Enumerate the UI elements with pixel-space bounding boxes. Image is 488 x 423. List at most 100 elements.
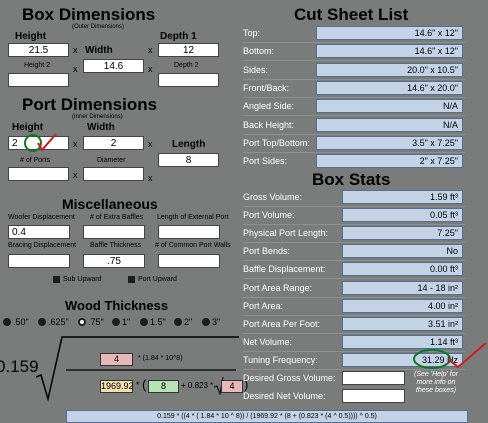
box-height2-input[interactable] [8,73,69,87]
wood-option-3[interactable]: 3" [202,317,220,327]
box-height-label: Height [15,31,47,42]
formula-expression-field: 0.159 * ((4 * ( 1.84 * 10 ^ 8)) / (1969.… [66,410,468,423]
box-depth2-label: Depth 2 [174,62,199,69]
common-port-walls-label: # of Common Port Walls [155,242,231,249]
cut-sides-label: Sides: [243,65,269,75]
stat-tuning-frequency-label: Tuning Frequency: [243,355,318,365]
wood-option-2[interactable]: 2" [174,317,192,327]
stat-port-area-range-value: 14 - 18 in² [342,281,463,295]
port-upward-checkbox[interactable] [128,276,135,283]
cut-bottom-value: 14.6" x 12" [316,44,463,58]
common-port-walls-input[interactable] [158,254,220,268]
row-divider [243,242,465,243]
external-port-input[interactable] [158,225,220,239]
row-divider [243,315,465,316]
multiply-sign: x [148,45,153,55]
diameter-label: Diameter [97,157,126,164]
desired-gross-input[interactable] [342,371,405,385]
row-divider [243,97,465,98]
stat-port-bends-value: No [342,244,463,258]
formula-coefficient: 0.159 [0,357,39,376]
port-length-label: Length [172,139,206,150]
cut-back-height-label: Back Height: [243,120,295,130]
row-divider [243,224,465,225]
cut-angled-side-label: Angled Side: [243,101,295,111]
desired-net-label: Desired Net Volume: [243,391,326,401]
cut-front-back-label: Front/Back: [243,83,290,93]
formula-den-plus: + 0.823 * [181,381,214,390]
wood-option-050[interactable]: .50" [3,317,29,327]
box-width-input[interactable]: 14.6 [83,59,144,73]
wood-option-15[interactable]: 1.5" [140,317,166,327]
cut-sheet-title: Cut Sheet List [294,5,409,24]
multiply-sign: x [148,173,153,183]
radio-dot-icon [3,318,11,326]
cut-port-top-bottom-value: 3.5" x 7.25" [316,136,463,150]
desired-gross-label: Desired Gross Volume: [243,373,336,383]
num-ports-label: # of Ports [20,157,50,164]
annotation-check-mark [413,342,487,369]
radio-dot-icon [140,318,148,326]
baffle-thickness-input[interactable]: .75 [83,254,145,268]
square-root-sign [36,336,239,402]
formula-numerator-value: 4 [100,353,133,366]
formula-numerator-rest: * (1.84 * 10^8) [138,355,183,362]
stat-gross-volume-label: Gross Volume: [243,192,303,202]
stat-port-bends-label: Port Bends: [243,246,291,256]
formula-den-open-paren: ( [142,377,147,392]
row-divider [243,260,465,261]
desired-net-input[interactable] [342,389,405,403]
sub-upward-label: Sub Upward [63,276,102,283]
multiply-sign: x [73,170,78,180]
stat-port-area-per-foot-label: Port Area Per Foot: [243,319,321,329]
wood-option-075[interactable]: .75" [78,317,104,327]
row-divider [243,152,465,153]
row-divider [243,60,465,61]
row-divider [243,134,465,135]
stat-net-volume-label: Net Volume: [243,337,293,347]
wood-option-1[interactable]: 1" [112,317,130,327]
external-port-label: Length of External Port [157,214,229,221]
bracing-displacement-input[interactable] [8,254,70,268]
stat-port-length-label: Physical Port Length: [243,228,329,238]
box-depth1-label: Depth 1 [160,31,197,42]
formula-port-area-value: 4 [221,380,243,393]
sub-upward-checkbox[interactable] [53,276,60,283]
woofer-displacement-input[interactable]: 0.4 [8,225,70,239]
help-note: (See 'Help' for more info on these boxes… [414,371,458,394]
annotation-check-mark [24,133,57,152]
stat-port-volume-value: 0.05 ft³ [342,208,463,222]
cut-top-label: Top: [243,28,261,38]
cut-bottom-label: Bottom: [243,46,275,56]
woofer-displacement-label: Woofer Displacement [8,214,75,221]
misc-title: Miscellaneous [62,196,158,212]
stat-port-area-per-foot-value: 3.51 in² [342,317,463,331]
row-divider [243,115,465,116]
port-width-input[interactable]: 2 [83,136,144,150]
extra-baffles-label: # of Extra Baffles [90,214,144,221]
port-length-input[interactable]: 8 [158,153,219,167]
stat-baffle-displacement-label: Baffle Displacement: [243,264,326,274]
box-depth1-input[interactable]: 12 [158,43,219,57]
box-dimensions-title: Box Dimensions [22,5,156,24]
baffle-thickness-label: Baffle Thickness [90,242,142,249]
port-dimensions-subtitle: (Inner Dimensions) [72,114,123,120]
box-height-input[interactable]: 21.5 [8,43,69,57]
extra-baffles-input[interactable] [83,225,145,239]
wood-option-0625[interactable]: .625" [38,317,69,327]
radio-dot-icon [38,318,46,326]
cut-port-sides-label: Port Sides: [243,156,288,166]
stat-gross-volume-value: 1.59 ft³ [342,190,463,204]
radio-dot-icon [112,318,120,326]
cut-port-sides-value: 2" x 7.25" [316,154,463,168]
box-depth2-input[interactable] [158,73,219,87]
row-divider [243,333,465,334]
row-divider [243,297,465,298]
radio-dot-icon [202,318,210,326]
diameter-input[interactable] [83,167,144,181]
wood-thickness-title: Wood Thickness [65,298,169,313]
cut-port-top-bottom-label: Port Top/Bottom: [243,138,310,148]
multiply-sign: x [148,139,153,149]
num-ports-input[interactable] [8,167,69,181]
radio-selected-icon [78,318,86,326]
